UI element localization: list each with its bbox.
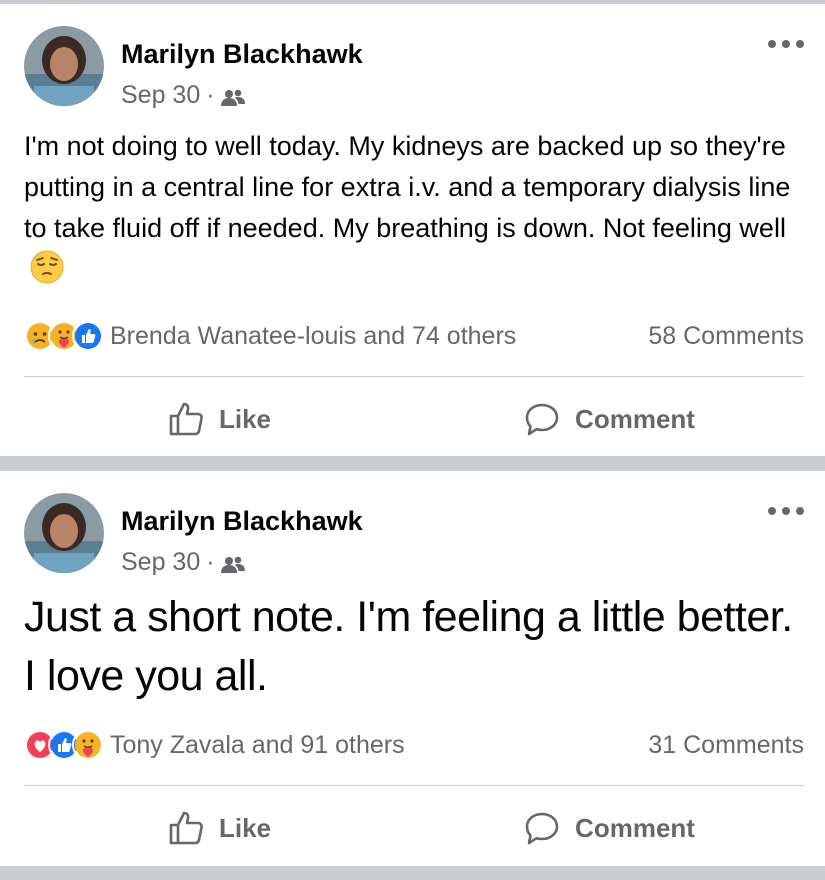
reaction-icons[interactable] — [24, 320, 104, 352]
comment-icon — [525, 403, 559, 436]
post-date[interactable]: Sep 30 — [121, 81, 200, 110]
post-card: Marilyn Blackhawk Sep 30 · — [0, 471, 825, 866]
author-name[interactable]: Marilyn Blackhawk — [121, 39, 363, 70]
like-label: Like — [218, 403, 272, 434]
more-dot-icon — [768, 507, 776, 515]
post-header: Marilyn Blackhawk Sep 30 · — [24, 26, 804, 110]
post-header: Marilyn Blackhawk Sep 30 · — [24, 493, 804, 577]
pensive-face-icon — [30, 250, 64, 284]
reaction-summary[interactable]: Tony Zavala and 91 others — [110, 731, 405, 760]
divider — [24, 785, 804, 786]
post-meta: Sep 30 · — [121, 548, 245, 577]
comment-button[interactable]: Comment — [414, 793, 804, 863]
more-dot-icon — [768, 40, 776, 48]
post-meta: Sep 30 · — [121, 81, 245, 110]
care-reaction-icon — [72, 729, 104, 761]
more-options-button[interactable] — [768, 36, 804, 52]
avatar[interactable] — [24, 26, 104, 106]
reaction-summary[interactable]: Brenda Wanatee-louis and 74 others — [110, 322, 516, 351]
thumbs-up-icon — [169, 402, 203, 436]
post-date[interactable]: Sep 30 — [121, 548, 200, 577]
comment-label: Comment — [575, 812, 695, 843]
author-name[interactable]: Marilyn Blackhawk — [121, 506, 363, 537]
post-actions: Like Comment — [24, 793, 804, 863]
comments-count[interactable]: 58 Comments — [648, 322, 804, 351]
post-card: Marilyn Blackhawk Sep 30 · — [0, 4, 825, 456]
meta-separator: · — [206, 548, 215, 576]
more-dot-icon — [796, 507, 804, 515]
comment-label: Comment — [575, 403, 695, 434]
like-button[interactable]: Like — [24, 793, 414, 863]
like-reaction-icon — [72, 320, 104, 352]
post-actions: Like Comment — [24, 384, 804, 454]
more-dot-icon — [782, 507, 790, 515]
post-text: I'm not doing to well today. My kidneys … — [24, 126, 804, 290]
news-feed: Marilyn Blackhawk Sep 30 · I'm not doing… — [0, 0, 825, 880]
like-button[interactable]: Like — [24, 384, 414, 454]
post-text: Just a short note. I'm feeling a little … — [24, 593, 793, 700]
friends-icon — [220, 86, 245, 106]
comment-button[interactable]: Comment — [414, 384, 804, 454]
reaction-icons[interactable] — [24, 729, 104, 761]
more-options-button[interactable] — [768, 503, 804, 519]
friends-icon — [220, 553, 245, 573]
comments-count[interactable]: 31 Comments — [648, 731, 804, 760]
reactions-bar: Brenda Wanatee-louis and 74 others 58 Co… — [24, 318, 804, 354]
reactions-bar: Tony Zavala and 91 others 31 Comments — [24, 727, 804, 763]
post-text-content: I'm not doing to well today. My kidneys … — [24, 131, 791, 243]
more-dot-icon — [782, 40, 790, 48]
like-label: Like — [218, 812, 272, 843]
meta-separator: · — [206, 81, 215, 109]
comment-icon — [525, 812, 559, 845]
divider — [24, 376, 804, 377]
more-dot-icon — [796, 40, 804, 48]
avatar[interactable] — [24, 493, 104, 573]
thumbs-up-icon — [169, 811, 203, 845]
